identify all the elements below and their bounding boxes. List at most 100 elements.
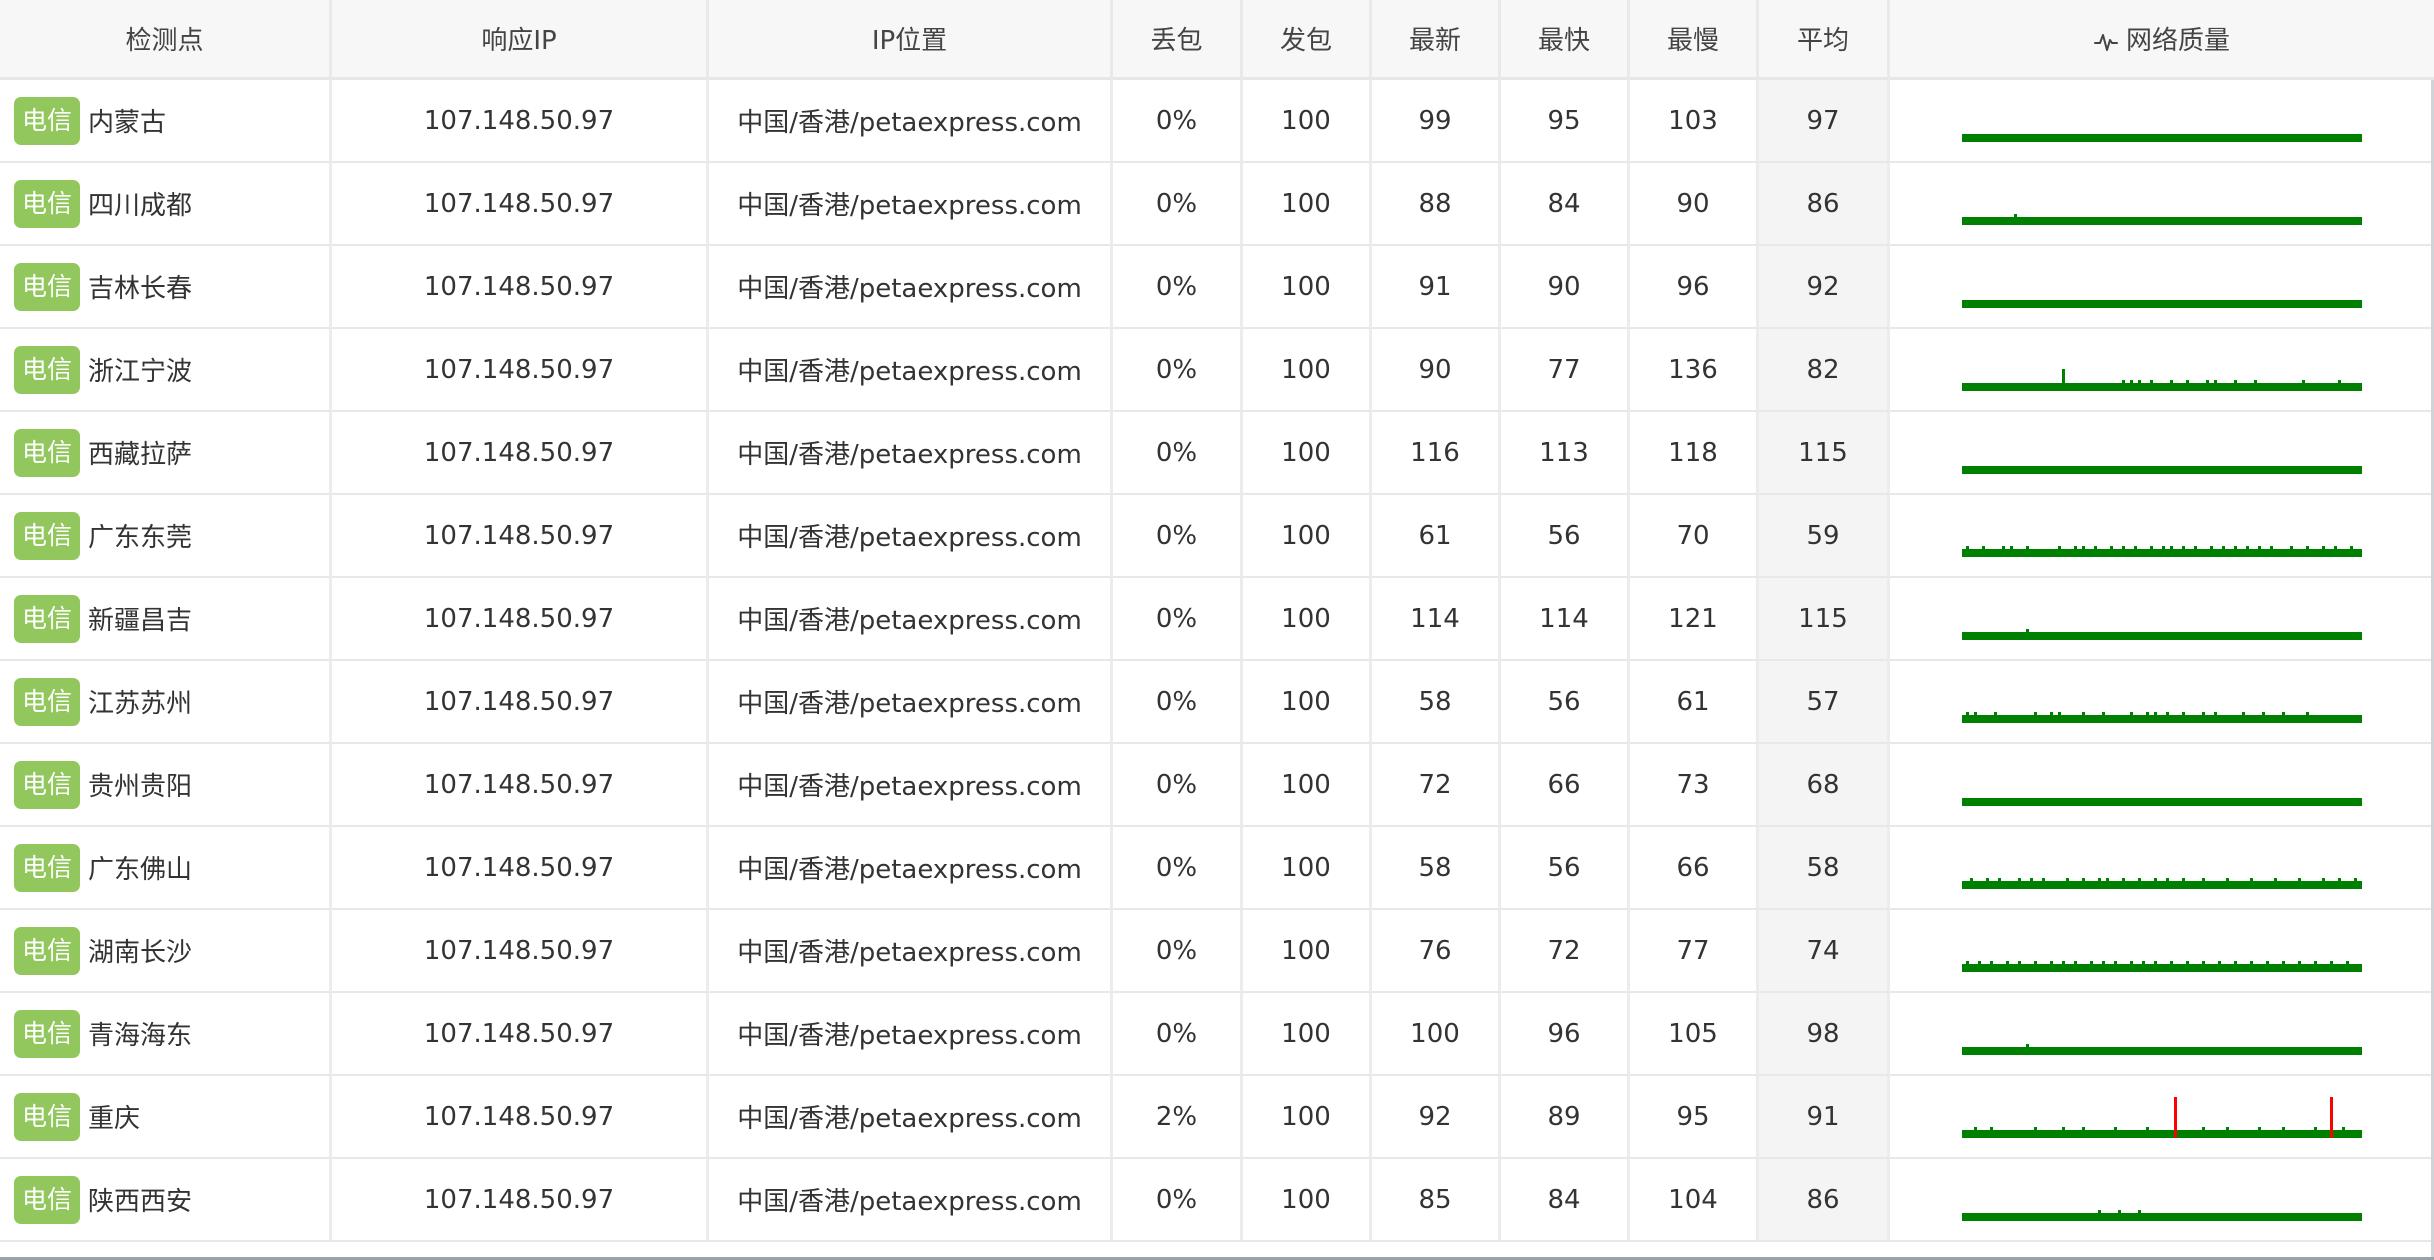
sparkline-spike (2102, 711, 2105, 715)
table-row[interactable]: 电信 贵州贵阳 107.148.50.97 中国/香港/petaexpress.com… (0, 744, 2434, 827)
quality-sparkline[interactable] (1962, 431, 2362, 475)
quality-sparkline[interactable] (1962, 846, 2362, 890)
table-row[interactable]: 电信 青海海东 107.148.50.97 中国/香港/petaexpress.com… (0, 993, 2434, 1076)
table-row[interactable]: 电信 新疆昌吉 107.148.50.97 中国/香港/petaexpress.com… (0, 578, 2434, 661)
header-loss[interactable]: 丢包 (1113, 0, 1243, 80)
sparkline-spike (2234, 545, 2237, 549)
sparkline-spike (2226, 877, 2229, 881)
isp-badge: 电信 (14, 428, 81, 477)
sparkline-spike (2006, 960, 2009, 964)
cell-slowest: 90 (1630, 163, 1759, 246)
table-row[interactable]: 电信 浙江宁波 107.148.50.97 中国/香港/petaexpress.com… (0, 329, 2434, 412)
point-name: 吉林长春 (88, 274, 193, 304)
table-row[interactable]: 电信 广东佛山 107.148.50.97 中国/香港/petaexpress.com… (0, 827, 2434, 910)
sparkline-spike (2118, 1209, 2121, 1213)
cell-point: 电信 湖南长沙 (0, 910, 332, 993)
isp-badge: 电信 (14, 1092, 81, 1141)
cell-slowest: 105 (1630, 993, 1759, 1076)
table-row[interactable]: 电信 内蒙古 107.148.50.97 中国/香港/petaexpress.com 0… (0, 80, 2434, 163)
sparkline-spike (2306, 545, 2309, 549)
sparkline-spike (2182, 545, 2185, 549)
cell-latest: 58 (1372, 827, 1501, 910)
sparkline-spike (2138, 877, 2141, 881)
header-location[interactable]: IP位置 (709, 0, 1113, 80)
cell-latest: 58 (1372, 661, 1501, 744)
quality-sparkline[interactable] (1962, 348, 2362, 392)
sparkline-spike (2202, 877, 2205, 881)
cell-quality (1890, 661, 2434, 744)
sparkline-spike (1998, 877, 2001, 881)
cell-point: 电信 青海海东 (0, 993, 332, 1076)
sparkline-spike (2254, 379, 2257, 383)
isp-badge: 电信 (14, 262, 81, 311)
cell-loss: 0% (1113, 329, 1243, 412)
cell-loss: 0% (1113, 744, 1243, 827)
header-quality-label: 网络质量 (2125, 26, 2230, 56)
quality-sparkline[interactable] (1962, 1178, 2362, 1222)
table-row[interactable]: 电信 江苏苏州 107.148.50.97 中国/香港/petaexpress.com… (0, 661, 2434, 744)
quality-sparkline[interactable] (1962, 680, 2362, 724)
header-slowest[interactable]: 最慢 (1630, 0, 1759, 80)
sparkline-loss-mark (2330, 1096, 2333, 1138)
sparkline-spike (2082, 711, 2085, 715)
table-row[interactable]: 电信 吉林长春 107.148.50.97 中国/香港/petaexpress.com… (0, 246, 2434, 329)
sparkline-spike (1990, 1126, 1993, 1130)
isp-badge: 电信 (14, 843, 81, 892)
point-name: 贵州贵阳 (88, 772, 193, 802)
point-name: 广东东莞 (88, 523, 193, 553)
cell-slowest: 103 (1630, 80, 1759, 163)
header-quality[interactable]: 网络质量 (1890, 0, 2434, 80)
sparkline-spike (2282, 711, 2285, 715)
isp-badge: 电信 (14, 1009, 81, 1058)
cell-ip: 107.148.50.97 (332, 993, 709, 1076)
quality-sparkline[interactable] (1962, 99, 2362, 143)
cell-latest: 90 (1372, 329, 1501, 412)
quality-sparkline[interactable] (1962, 182, 2362, 226)
table-row[interactable]: 电信 重庆 107.148.50.97 中国/香港/petaexpress.com 2%… (0, 1076, 2434, 1159)
header-point[interactable]: 检测点 (0, 0, 332, 80)
table-row[interactable]: 电信 陕西西安 107.148.50.97 中国/香港/petaexpress.com… (0, 1159, 2434, 1242)
quality-sparkline[interactable] (1962, 929, 2362, 973)
quality-sparkline[interactable] (1962, 1095, 2362, 1139)
sparkline-spike (2154, 960, 2157, 964)
table-row[interactable]: 电信 西藏拉萨 107.148.50.97 中国/香港/petaexpress.com… (0, 412, 2434, 495)
sparkline-spike (2138, 1209, 2141, 1213)
table-row[interactable]: 电信 广东东莞 107.148.50.97 中国/香港/petaexpress.com… (0, 495, 2434, 578)
sparkline-spike (2138, 379, 2141, 383)
cell-location: 中国/香港/petaexpress.com (709, 246, 1113, 329)
sparkline-baseline (1962, 1046, 2362, 1055)
point-name: 内蒙古 (88, 108, 167, 138)
quality-sparkline[interactable] (1962, 514, 2362, 558)
sparkline-spike (2170, 960, 2173, 964)
sparkline-spike (2290, 545, 2293, 549)
cell-loss: 0% (1113, 246, 1243, 329)
cell-location: 中国/香港/petaexpress.com (709, 744, 1113, 827)
cell-average: 68 (1759, 744, 1890, 827)
quality-sparkline[interactable] (1962, 265, 2362, 309)
quality-sparkline[interactable] (1962, 1012, 2362, 1056)
cell-point: 电信 广东东莞 (0, 495, 332, 578)
header-latest[interactable]: 最新 (1372, 0, 1501, 80)
sparkline-spike (2182, 711, 2185, 715)
header-sent[interactable]: 发包 (1243, 0, 1372, 80)
quality-sparkline[interactable] (1962, 763, 2362, 807)
sparkline-spike (2322, 545, 2325, 549)
quality-sparkline[interactable] (1962, 597, 2362, 641)
cell-quality (1890, 993, 2434, 1076)
cell-point: 电信 吉林长春 (0, 246, 332, 329)
cell-latest: 72 (1372, 744, 1501, 827)
sparkline-spike (2298, 960, 2301, 964)
table-row[interactable]: 电信 四川成都 107.148.50.97 中国/香港/petaexpress.com… (0, 163, 2434, 246)
cell-location: 中国/香港/petaexpress.com (709, 578, 1113, 661)
sparkline-spike (2154, 711, 2157, 715)
header-fastest[interactable]: 最快 (1501, 0, 1630, 80)
ping-results-table: 检测点 响应IP IP位置 丢包 发包 最新 最快 最慢 平均 网络质量 电信内… (0, 0, 2434, 1242)
sparkline-spike (2122, 877, 2125, 881)
header-ip[interactable]: 响应IP (332, 0, 709, 80)
sparkline-spike (2214, 711, 2217, 715)
isp-badge: 电信 (14, 760, 81, 809)
cell-loss: 0% (1113, 412, 1243, 495)
cell-location: 中国/香港/petaexpress.com (709, 910, 1113, 993)
table-row[interactable]: 电信 湖南长沙 107.148.50.97 中国/香港/petaexpress.com… (0, 910, 2434, 993)
header-average[interactable]: 平均 (1759, 0, 1890, 80)
